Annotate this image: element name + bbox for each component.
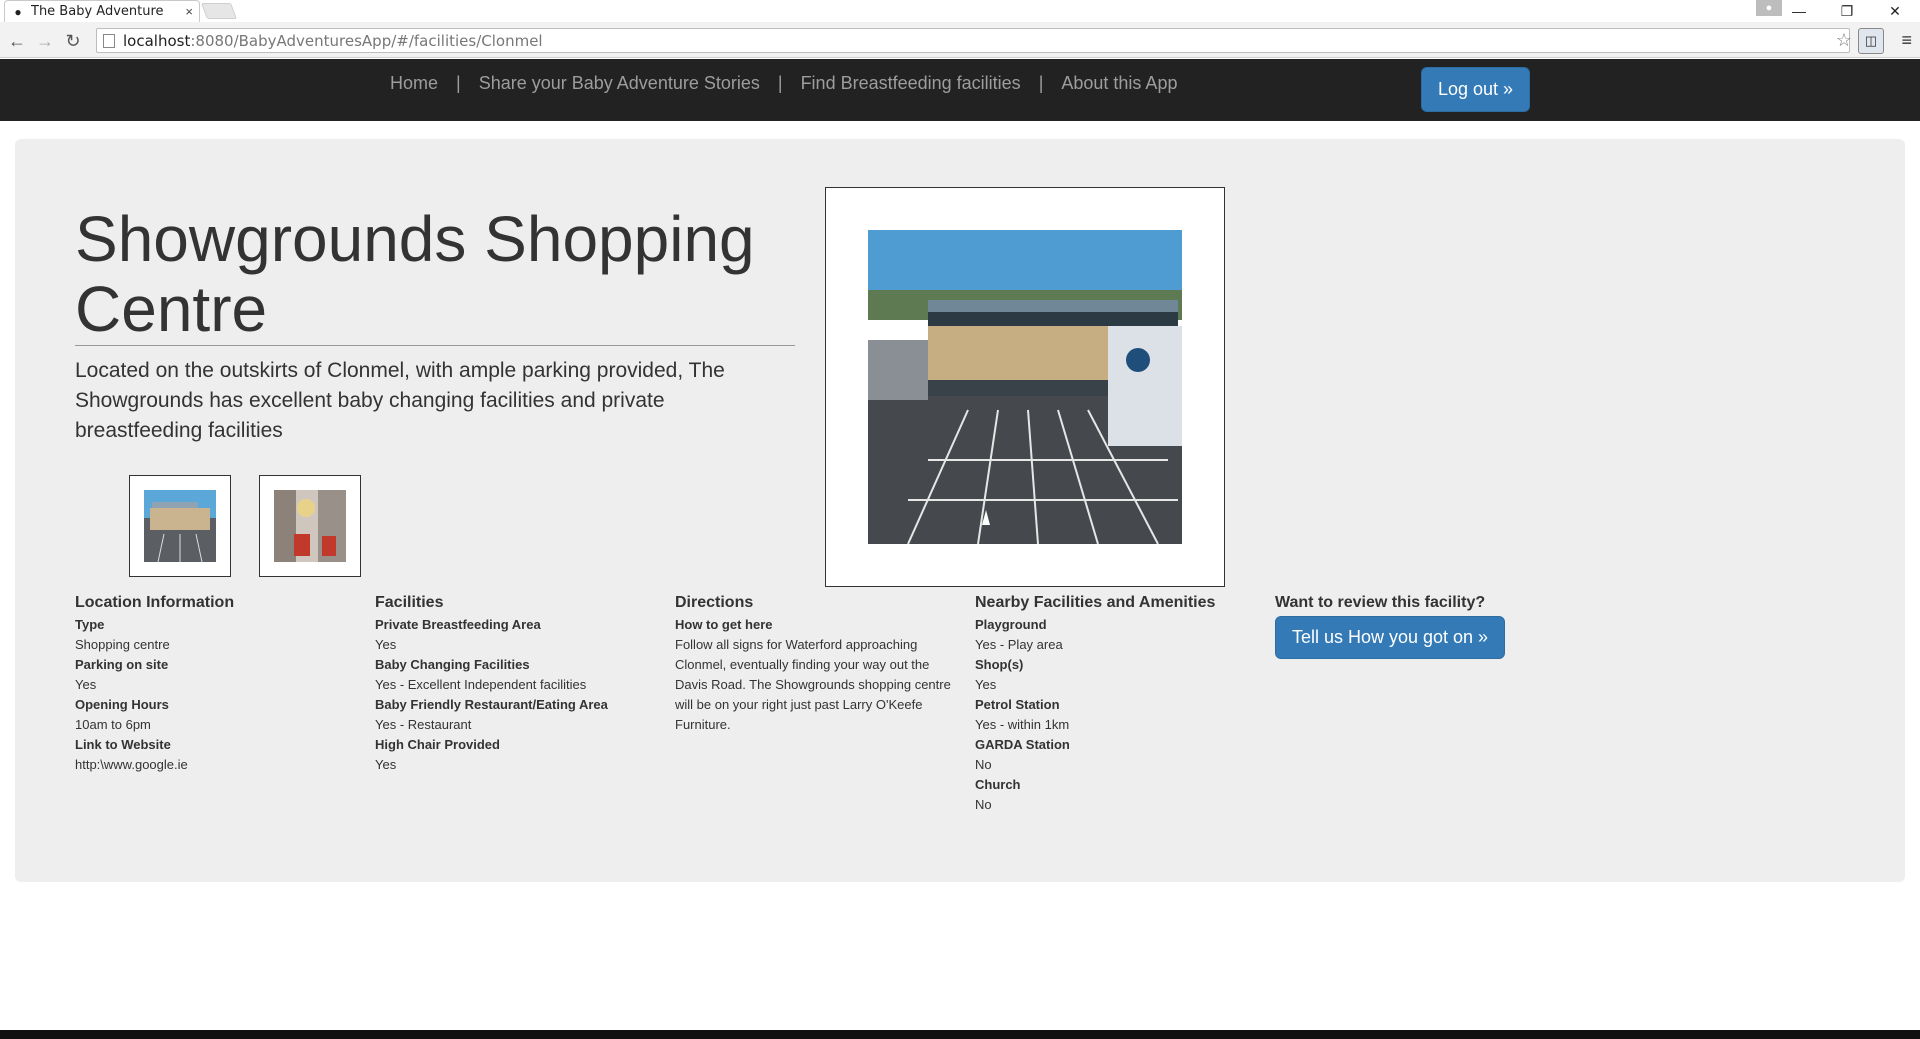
- nav-separator: |: [1038, 73, 1044, 93]
- shopping-centre-photo: [868, 230, 1182, 544]
- facility-main-image: [825, 187, 1225, 587]
- breastfeeding-area-label: Private Breastfeeding Area: [375, 617, 541, 632]
- review-button[interactable]: Tell us How you got on »: [1275, 616, 1505, 659]
- tab-close-icon[interactable]: ×: [185, 4, 193, 19]
- browser-menu-icon[interactable]: ≡: [1901, 30, 1912, 51]
- directions-section: Directions How to get here Follow all si…: [675, 593, 955, 735]
- facilities-heading: Facilities: [375, 594, 444, 611]
- review-section: Want to review this facility?: [1275, 593, 1565, 615]
- petrol-station-label: Petrol Station: [975, 697, 1060, 712]
- minimize-icon[interactable]: —: [1776, 0, 1822, 22]
- forward-icon[interactable]: →: [34, 30, 56, 52]
- restaurant-label: Baby Friendly Restaurant/Eating Area: [375, 697, 608, 712]
- browser-tabbar: ● The Baby Adventure × ● — ❐ ✕: [0, 0, 1920, 22]
- directions-label: How to get here: [675, 617, 773, 632]
- church-label: Church: [975, 777, 1021, 792]
- location-heading: Location Information: [75, 594, 235, 611]
- baby-changing-label: Baby Changing Facilities: [375, 657, 530, 672]
- logout-button[interactable]: Log out »: [1421, 67, 1530, 112]
- nav-find-breastfeeding[interactable]: Find Breastfeeding facilities: [801, 73, 1021, 94]
- tab-title: The Baby Adventure: [31, 4, 164, 19]
- app-navbar: Home | Share your Baby Adventure Stories…: [0, 59, 1920, 121]
- page-icon: [103, 33, 115, 48]
- nearby-heading: Nearby Facilities and Amenities: [975, 594, 1216, 611]
- nearby-section: Nearby Facilities and Amenities Playgrou…: [975, 593, 1265, 815]
- back-icon[interactable]: ←: [6, 30, 28, 52]
- exterior-photo-thumbnail: [144, 490, 216, 562]
- browser-tab[interactable]: ● The Baby Adventure ×: [4, 0, 200, 22]
- website-link[interactable]: http:\www.google.ie: [75, 755, 365, 775]
- nav-separator: |: [777, 73, 783, 93]
- shops-value: Yes: [975, 677, 997, 692]
- directions-text: Follow all signs for Waterford approachi…: [675, 637, 951, 732]
- thumbnail-exterior[interactable]: [129, 475, 231, 577]
- playground-value: Yes - Play area: [975, 637, 1063, 652]
- divider: [75, 345, 795, 346]
- high-chair-value: Yes: [375, 757, 397, 772]
- facility-description: Located on the outskirts of Clonmel, wit…: [75, 359, 725, 442]
- nav-links: Home | Share your Baby Adventure Stories…: [390, 73, 1177, 94]
- nav-home[interactable]: Home: [390, 73, 438, 94]
- church-value: No: [975, 797, 992, 812]
- restaurant-value: Yes - Restaurant: [375, 717, 472, 732]
- parking-label: Parking on site: [75, 657, 169, 672]
- browser-toolbar: ← → ↻ localhost:8080/BabyAdventuresApp/#…: [0, 22, 1920, 58]
- garda-station-label: GARDA Station: [975, 737, 1070, 752]
- reload-icon[interactable]: ↻: [62, 30, 84, 52]
- os-taskbar: [0, 1030, 1920, 1039]
- facilities-section: Facilities Private Breastfeeding Area Ye…: [375, 593, 665, 775]
- interior-photo-thumbnail: [274, 490, 346, 562]
- location-info-section: Location Information Type Shopping centr…: [75, 593, 365, 775]
- review-heading: Want to review this facility?: [1275, 594, 1486, 611]
- opening-hours-value: 10am to 6pm: [75, 717, 151, 732]
- nav-separator: |: [456, 73, 461, 93]
- thumbnail-interior[interactable]: [259, 475, 361, 577]
- garda-station-value: No: [975, 757, 992, 772]
- petrol-station-value: Yes - within 1km: [975, 717, 1070, 732]
- page-title: Showgrounds Shopping Centre: [75, 203, 755, 345]
- location-type-value: Shopping centre: [75, 637, 170, 652]
- nav-about[interactable]: About this App: [1061, 73, 1177, 94]
- new-tab-button[interactable]: [201, 3, 237, 19]
- url-path: :8080/BabyAdventuresApp/#/facilities/Clo…: [190, 31, 543, 50]
- nav-share-stories[interactable]: Share your Baby Adventure Stories: [479, 73, 760, 94]
- window-close-icon[interactable]: ✕: [1872, 0, 1918, 22]
- extension-icon[interactable]: ◫: [1858, 28, 1884, 54]
- shops-label: Shop(s): [975, 657, 1024, 672]
- address-bar[interactable]: localhost:8080/BabyAdventuresApp/#/facil…: [96, 28, 1850, 53]
- restore-icon[interactable]: ❐: [1824, 0, 1870, 22]
- parking-value: Yes: [75, 677, 97, 692]
- directions-heading: Directions: [675, 594, 754, 611]
- playground-label: Playground: [975, 617, 1047, 632]
- url-host: localhost: [123, 31, 191, 50]
- breastfeeding-area-value: Yes: [375, 637, 397, 652]
- location-type-label: Type: [75, 617, 105, 632]
- baby-favicon-icon: ●: [14, 4, 22, 19]
- bookmark-star-icon[interactable]: ☆: [1836, 30, 1852, 51]
- website-label: Link to Website: [75, 737, 171, 752]
- baby-changing-value: Yes - Excellent Independent facilities: [375, 677, 587, 692]
- high-chair-label: High Chair Provided: [375, 737, 500, 752]
- opening-hours-label: Opening Hours: [75, 697, 169, 712]
